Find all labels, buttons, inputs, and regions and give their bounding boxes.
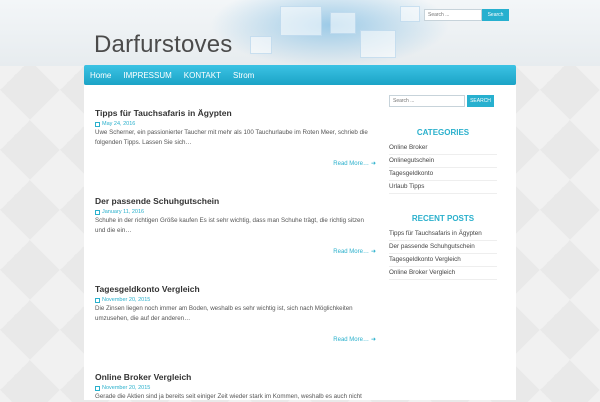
post-date[interactable]: November 20, 2015 — [95, 297, 375, 303]
post-item: Tagesgeldkonto Vergleich November 20, 20… — [95, 284, 376, 343]
category-item[interactable]: Onlinegutschein — [389, 155, 497, 168]
categories-title: CATEGORIES — [416, 128, 470, 137]
post-title[interactable]: Online Broker Vergleich — [95, 372, 375, 382]
recent-post-item[interactable]: Tipps für Tauchsafaris in Ägypten — [389, 228, 497, 241]
header-decoration — [360, 30, 396, 58]
category-item[interactable]: Online Broker — [389, 142, 497, 155]
arrow-right-icon: ➜ — [370, 249, 376, 255]
post-date[interactable]: May 24, 2016 — [95, 121, 375, 127]
site-title[interactable]: Darfurstoves — [94, 31, 232, 59]
recent-posts-title: RECENT POSTS — [411, 214, 475, 223]
categories-list: Online Broker Onlinegutschein Tagesgeldk… — [389, 142, 497, 194]
category-item[interactable]: Urlaub Tipps — [389, 181, 497, 194]
post-title[interactable]: Tagesgeldkonto Vergleich — [95, 284, 375, 294]
header-decoration — [330, 12, 356, 34]
recent-post-item[interactable]: Online Broker Vergleich — [389, 267, 497, 280]
sidebar-search-input[interactable] — [389, 95, 465, 107]
header-decoration — [250, 36, 272, 54]
nav-item-home[interactable]: Home — [84, 71, 117, 80]
post-date[interactable]: January 11, 2016 — [95, 209, 375, 215]
main-navigation: Home IMPRESSUM KONTAKT Strom — [84, 65, 516, 85]
header-decoration — [280, 6, 322, 36]
arrow-right-icon: ➜ — [370, 161, 376, 167]
category-item[interactable]: Tagesgeldkonto — [389, 168, 497, 181]
header-search-form: Search — [424, 9, 509, 21]
post-title[interactable]: Tipps für Tauchsafaris in Ägypten — [95, 108, 375, 118]
header-decoration — [400, 6, 420, 22]
recent-post-item[interactable]: Tagesgeldkonto Vergleich — [389, 254, 497, 267]
calendar-icon — [95, 209, 100, 215]
sidebar-search-form: SEARCH — [389, 95, 494, 107]
calendar-icon — [95, 385, 100, 391]
arrow-right-icon: ➜ — [370, 337, 376, 343]
read-more-link[interactable]: Read More… ➜ — [333, 160, 376, 168]
nav-item-impressum[interactable]: IMPRESSUM — [117, 71, 177, 80]
calendar-icon — [95, 121, 100, 127]
post-excerpt: Schuhe in der richtigen Größe kaufen Es … — [95, 217, 364, 234]
header-search-input[interactable] — [424, 9, 482, 21]
nav-item-strom[interactable]: Strom — [227, 71, 260, 80]
calendar-icon — [95, 297, 100, 303]
nav-item-kontakt[interactable]: KONTAKT — [178, 71, 227, 80]
post-excerpt: Uwe Scherner, ein passionierter Taucher … — [95, 129, 368, 146]
read-more-link[interactable]: Read More… ➜ — [333, 248, 376, 256]
post-item: Der passende Schuhgutschein January 11, … — [95, 196, 376, 255]
post-excerpt: Die Zinsen liegen noch immer am Boden, w… — [95, 305, 353, 322]
main-content: Tipps für Tauchsafaris in Ägypten May 24… — [84, 85, 516, 400]
post-excerpt: Gerade die Aktien sind ja bereits seit e… — [95, 393, 362, 400]
post-date[interactable]: November 20, 2015 — [95, 385, 375, 391]
recent-post-item[interactable]: Der passende Schuhgutschein — [389, 241, 497, 254]
recent-posts-list: Tipps für Tauchsafaris in Ägypten Der pa… — [389, 228, 497, 280]
header-search-button[interactable]: Search — [482, 9, 509, 21]
post-title[interactable]: Der passende Schuhgutschein — [95, 196, 375, 206]
sidebar-search-button[interactable]: SEARCH — [467, 95, 494, 107]
post-item: Tipps für Tauchsafaris in Ägypten May 24… — [95, 108, 376, 167]
read-more-link[interactable]: Read More… ➜ — [333, 336, 376, 344]
post-item: Online Broker Vergleich November 20, 201… — [95, 372, 375, 402]
header-background — [0, 0, 600, 66]
